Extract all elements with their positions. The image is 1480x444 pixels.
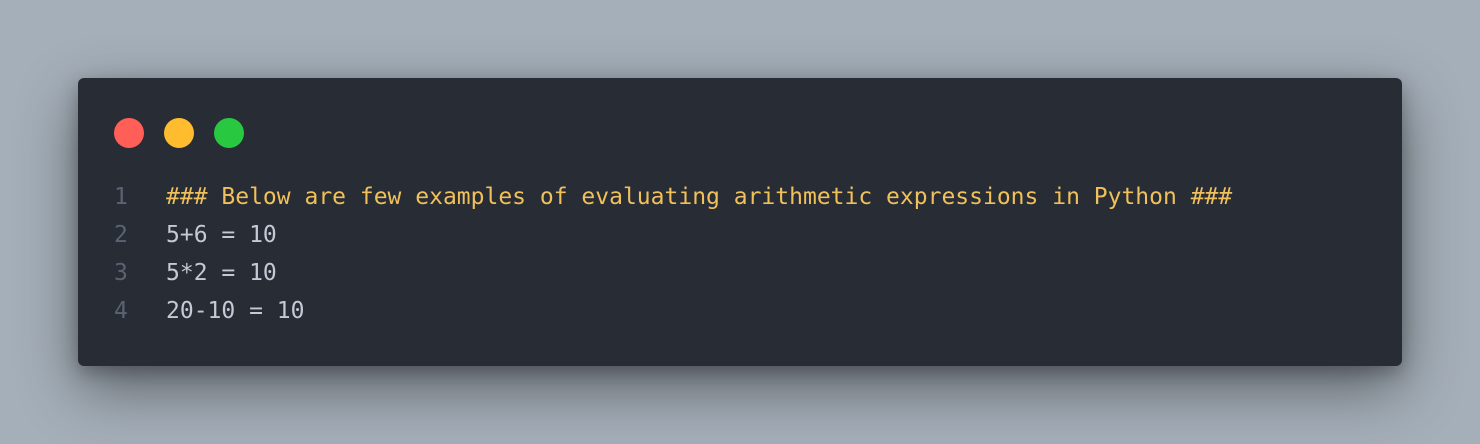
close-window-icon[interactable] — [114, 118, 144, 148]
window-controls — [114, 118, 244, 148]
code-text: 5*2 = 10 — [166, 260, 277, 286]
code-window: 1 ### Below are few examples of evaluati… — [78, 78, 1402, 366]
maximize-window-icon[interactable] — [214, 118, 244, 148]
code-text: 5+6 = 10 — [166, 222, 277, 248]
code-text: 20-10 = 10 — [166, 298, 305, 324]
line-number: 2 — [114, 222, 128, 248]
line-number: 4 — [114, 298, 128, 324]
minimize-window-icon[interactable] — [164, 118, 194, 148]
code-line: 2 5+6 = 10 — [78, 216, 1402, 254]
code-line: 3 5*2 = 10 — [78, 254, 1402, 292]
code-line: 4 20-10 = 10 — [78, 292, 1402, 330]
line-number: 1 — [114, 184, 128, 210]
code-block: 1 ### Below are few examples of evaluati… — [78, 178, 1402, 330]
code-line: 1 ### Below are few examples of evaluati… — [78, 178, 1402, 216]
line-number: 3 — [114, 260, 128, 286]
code-comment: ### Below are few examples of evaluating… — [166, 184, 1233, 210]
